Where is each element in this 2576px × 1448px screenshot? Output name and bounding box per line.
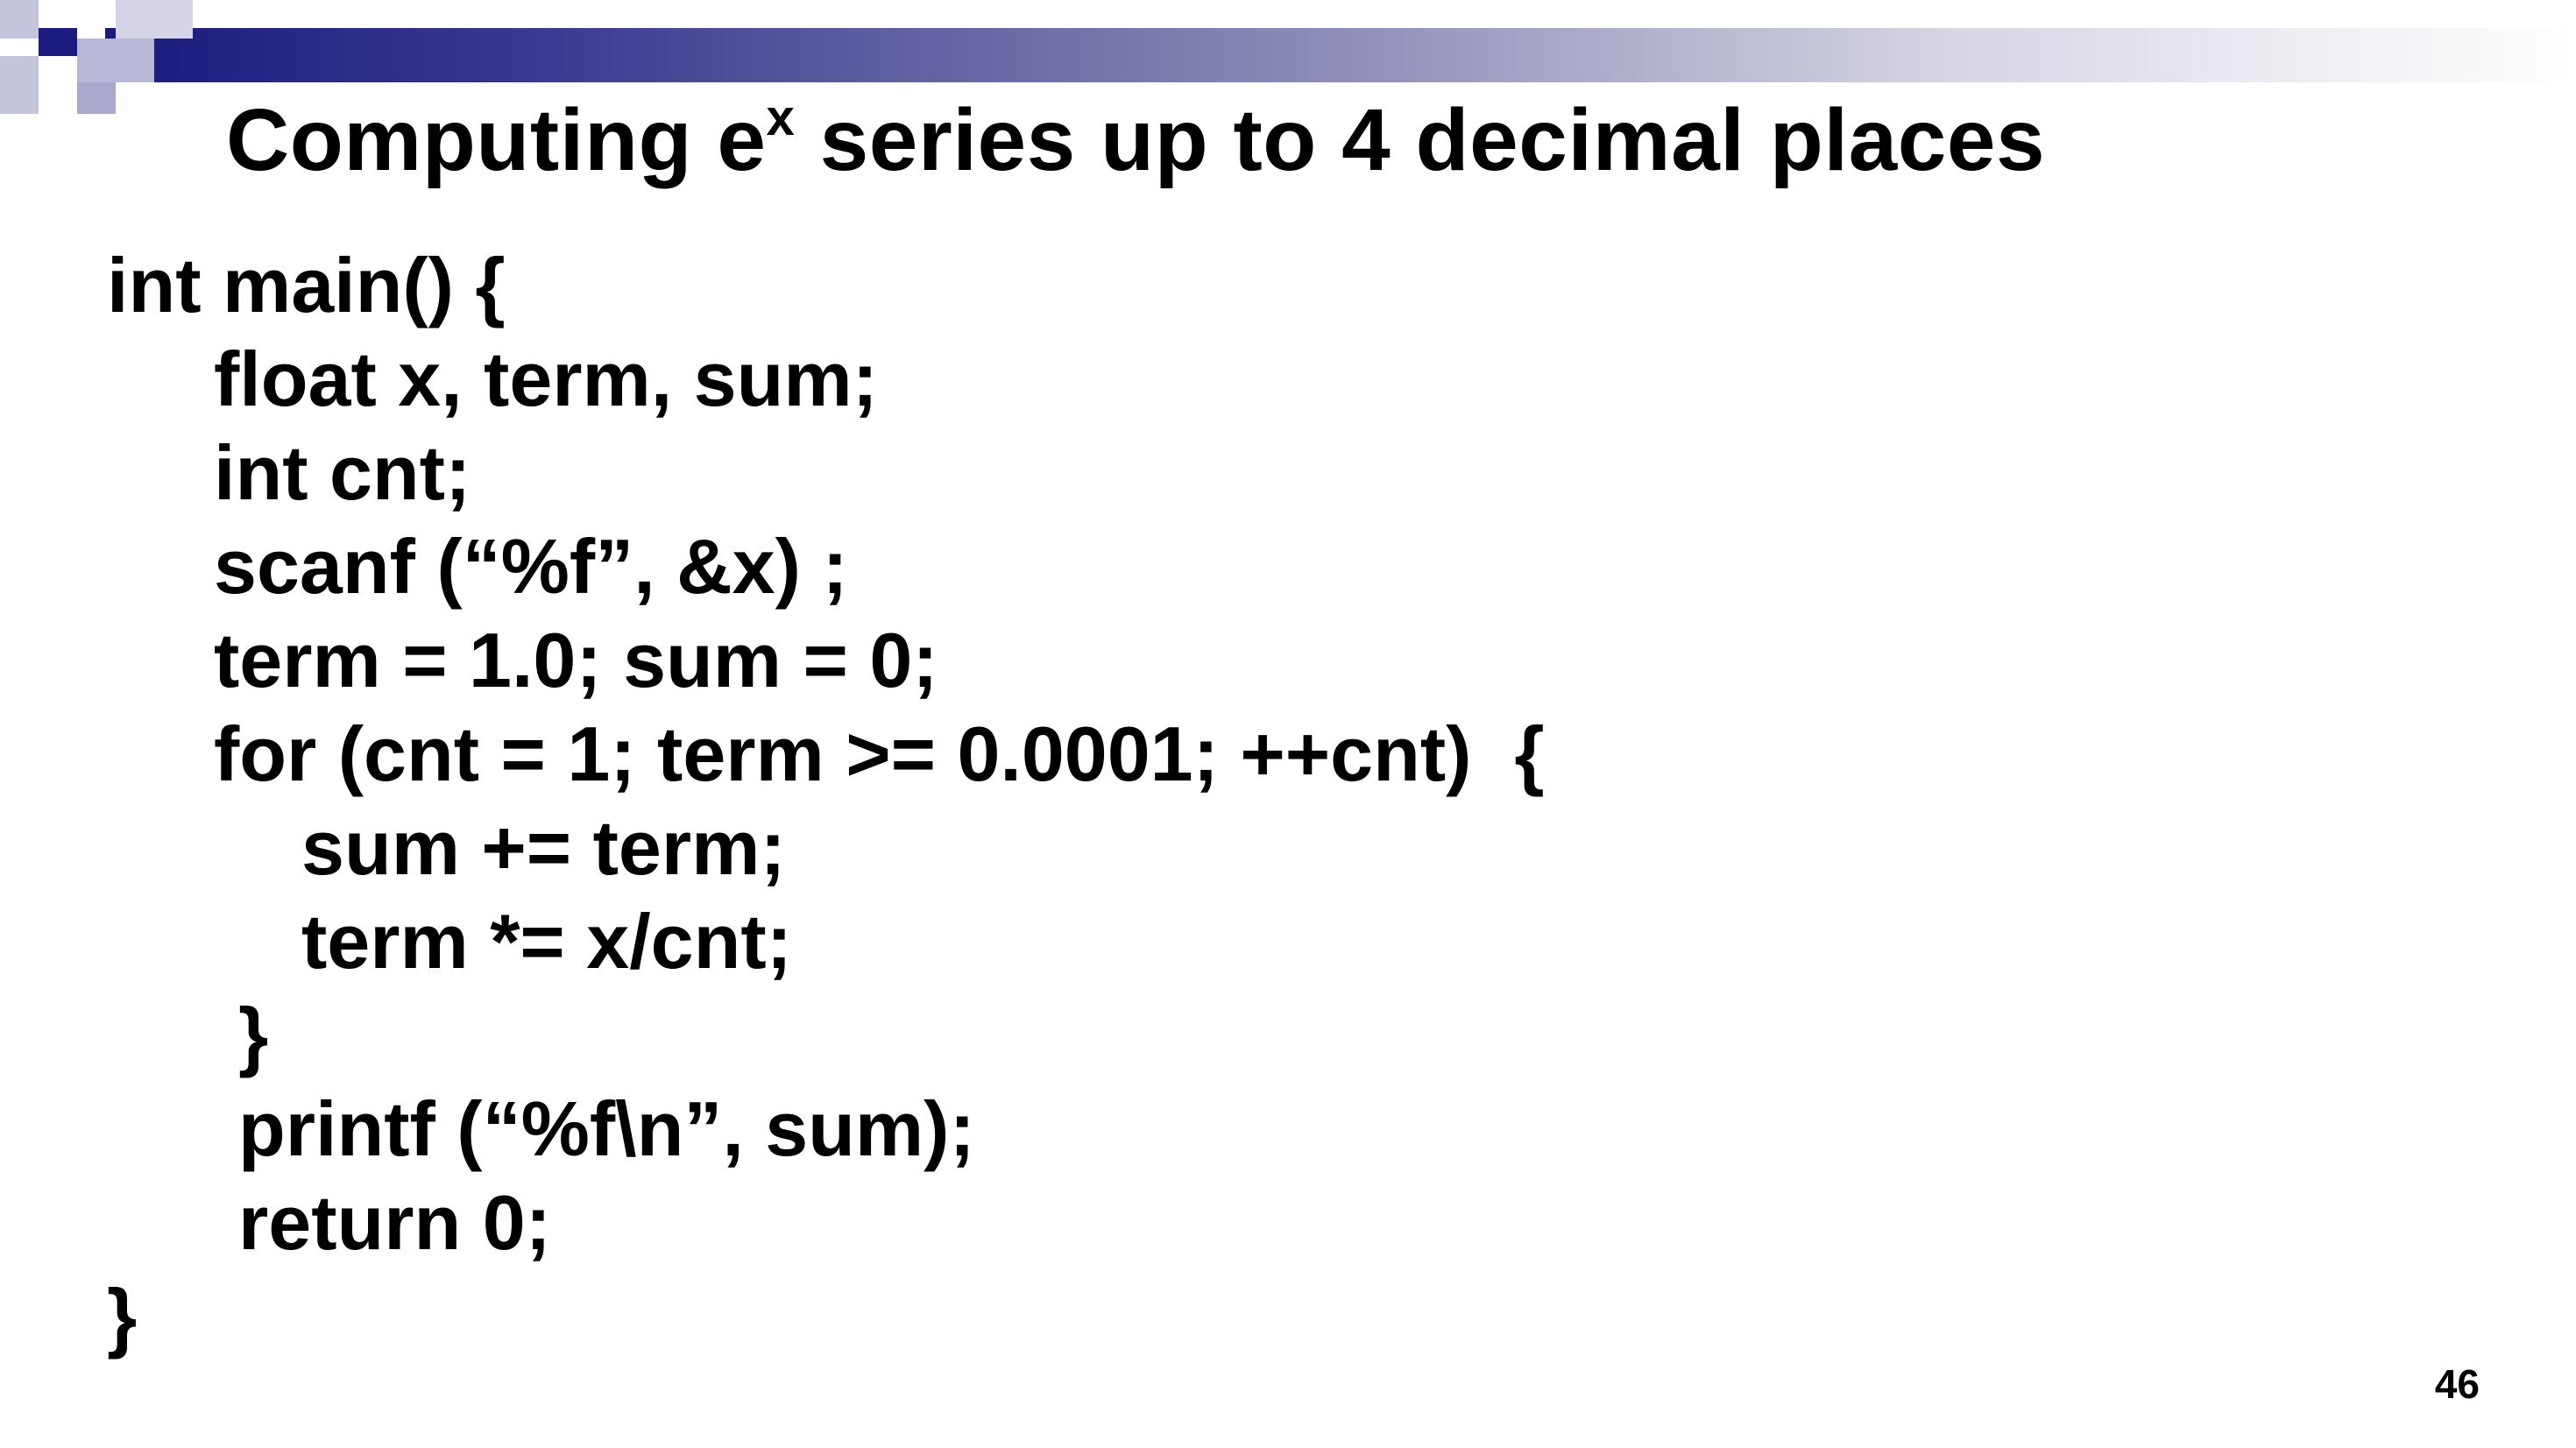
slide-title-suffix: series up to 4 decimal places [795, 91, 2046, 189]
decorative-square [0, 56, 39, 114]
code-line: } [238, 992, 269, 1078]
slide-title-prefix: Computing e [226, 91, 767, 189]
code-line: term *= x/cnt; [301, 898, 792, 985]
code-line: sum += term; [301, 804, 786, 891]
page-number: 46 [2434, 1361, 2480, 1407]
slide-title-superscript: x [766, 89, 796, 146]
slide-title: Computing ex series up to 4 decimal plac… [226, 88, 2045, 206]
decorative-square [77, 82, 116, 114]
title-gradient-band [105, 28, 2576, 82]
decorative-square [0, 0, 39, 39]
code-line: } [107, 1273, 138, 1360]
code-line: printf (“%f\n”, sum); [238, 1085, 975, 1172]
decorative-square [116, 0, 193, 39]
code-line: term = 1.0; sum = 0; [214, 617, 938, 703]
decorative-square [77, 39, 154, 82]
code-line: int main() { [107, 242, 506, 328]
code-line: scanf (“%f”, &x) ; [214, 523, 848, 610]
code-line: return 0; [238, 1179, 551, 1266]
decorative-square [39, 28, 77, 56]
code-line: int cnt; [214, 429, 471, 516]
code-block: int main() { float x, term, sum; int cnt… [107, 238, 1545, 1363]
code-line: for (cnt = 1; term >= 0.0001; ++cnt) { [214, 710, 1545, 797]
code-line: float x, term, sum; [214, 336, 878, 422]
